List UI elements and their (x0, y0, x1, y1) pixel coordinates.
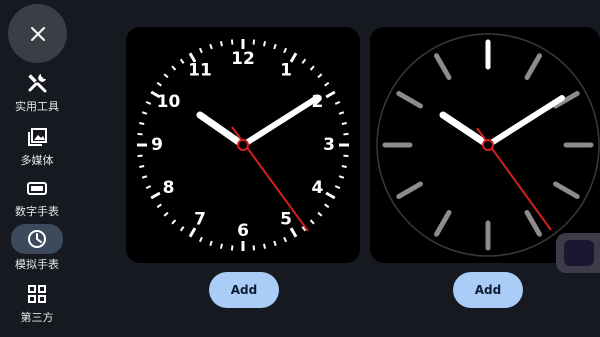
hour-index (524, 53, 542, 80)
tick-mark (139, 165, 145, 169)
watch-face-card-minimal[interactable] (370, 27, 600, 263)
analog-clock-face (376, 33, 600, 257)
hour-hand (439, 111, 492, 149)
tick-mark (343, 154, 349, 158)
tick-mark (179, 226, 185, 232)
tick-mark (209, 240, 213, 247)
tick-mark (139, 121, 145, 125)
minute-hand (240, 95, 320, 148)
grid-icon (19, 281, 55, 307)
sidebar-item-analog-watch[interactable]: 模拟手表 (6, 224, 68, 272)
tick-mark (338, 111, 345, 115)
tick-mark (325, 90, 336, 99)
tick-mark (324, 203, 330, 209)
tick-mark (219, 41, 223, 47)
tick-mark (156, 203, 162, 209)
tick-mark (150, 191, 161, 200)
center-pin (482, 139, 494, 151)
tick-mark (141, 175, 148, 179)
tick-mark (198, 47, 203, 54)
analog-clock-icon (11, 224, 63, 254)
tick-mark (209, 43, 213, 50)
tick-mark (230, 39, 234, 45)
tick-mark (198, 236, 203, 243)
hour-index (524, 210, 542, 237)
tick-mark (283, 236, 288, 243)
tools-icon (19, 70, 55, 96)
floating-app-thumbnail[interactable] (556, 233, 600, 273)
tick-mark (283, 47, 288, 54)
hour-index (553, 181, 580, 199)
tick-mark (145, 185, 152, 190)
tick-mark (179, 58, 185, 64)
numeral-8: 8 (163, 178, 175, 198)
add-button[interactable]: Add (453, 272, 523, 308)
hour-hand (196, 111, 247, 149)
tick-mark (263, 243, 267, 249)
tick-mark (171, 219, 177, 225)
sidebar-item-tools[interactable]: 实用工具 (6, 70, 68, 114)
sidebar-item-label: 多媒体 (20, 154, 54, 167)
tick-mark (341, 165, 347, 169)
sidebar-item-third-party[interactable]: 第三方 (6, 281, 68, 325)
tick-mark (309, 65, 315, 71)
tick-mark (145, 100, 152, 105)
numeral-1: 1 (280, 61, 292, 81)
tick-mark (137, 154, 143, 158)
tick-mark (301, 58, 307, 64)
sidebar-item-label: 第三方 (20, 311, 54, 324)
tick-mark (334, 185, 341, 190)
close-icon (30, 26, 45, 41)
tick-mark (338, 175, 345, 179)
tick-mark (230, 245, 234, 251)
tick-mark (273, 240, 277, 247)
numeral-9: 9 (151, 135, 163, 155)
numeral-11: 11 (188, 61, 212, 81)
tick-mark (334, 100, 341, 105)
sidebar-item-label: 实用工具 (15, 100, 59, 113)
hour-index (434, 210, 452, 237)
tick-mark (163, 73, 169, 79)
numeral-7: 7 (194, 209, 206, 229)
tick-mark (252, 245, 256, 251)
numeral-10: 10 (157, 92, 181, 112)
hour-index (396, 181, 423, 199)
numeral-4: 4 (312, 178, 324, 198)
tick-mark (252, 39, 256, 45)
tick-mark (263, 41, 267, 47)
add-button[interactable]: Add (209, 272, 279, 308)
tick-mark (309, 219, 315, 225)
tick-mark (219, 243, 223, 249)
tick-mark (341, 121, 347, 125)
analog-clock-face: 12 1 2 3 4 5 6 7 8 9 10 11 (137, 39, 349, 251)
watch-face-card-numbers[interactable]: 12 1 2 3 4 5 6 7 8 9 10 11 (126, 27, 360, 263)
center-pin (237, 139, 249, 151)
hour-index (434, 53, 452, 80)
tick-mark (163, 211, 169, 217)
hour-index (396, 91, 423, 109)
tick-mark (343, 132, 349, 136)
digital-watch-icon (19, 175, 55, 201)
numeral-5: 5 (280, 209, 292, 229)
sidebar-item-label: 数字手表 (15, 205, 59, 218)
sidebar-item-label: 模拟手表 (15, 258, 59, 271)
minute-hand (485, 95, 565, 148)
gallery-icon (19, 124, 55, 150)
numeral-3: 3 (323, 135, 335, 155)
numeral-6: 6 (237, 221, 249, 241)
sidebar-item-digital-watch[interactable]: 数字手表 (6, 175, 68, 219)
tick-mark (273, 43, 277, 50)
tick-mark (324, 81, 330, 87)
tick-mark (156, 81, 162, 87)
tick-mark (325, 191, 336, 200)
close-button[interactable] (8, 4, 67, 63)
sidebar-item-multimedia[interactable]: 多媒体 (6, 124, 68, 168)
tick-mark (137, 132, 143, 136)
app-preview-icon (564, 240, 594, 266)
tick-mark (317, 211, 323, 217)
numeral-12: 12 (231, 49, 255, 69)
tick-mark (171, 65, 177, 71)
tick-mark (141, 111, 148, 115)
tick-mark (317, 73, 323, 79)
